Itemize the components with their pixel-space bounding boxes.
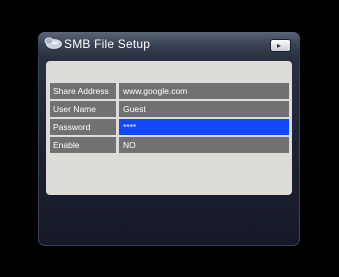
next-page-button[interactable]: ▸ [271, 40, 290, 51]
field-label: Password [50, 119, 116, 135]
enable-toggle[interactable]: NO [119, 137, 289, 153]
dialog-title: SMB File Setup [64, 37, 151, 51]
smb-file-setup-dialog: SMB File Setup ▸ Share Address www.googl… [38, 32, 300, 246]
field-row-user-name[interactable]: User Name Guest [50, 101, 289, 117]
share-address-field[interactable]: www.google.com [119, 83, 289, 99]
settings-list: Share Address www.google.com User Name G… [50, 83, 289, 155]
arrow-right-icon: ▸ [277, 41, 282, 50]
field-row-enable[interactable]: Enable NO [50, 137, 289, 153]
tv-screen: SMB File Setup ▸ Share Address www.googl… [0, 0, 339, 277]
user-name-field[interactable]: Guest [119, 101, 289, 117]
field-row-share-address[interactable]: Share Address www.google.com [50, 83, 289, 99]
dialog-title-bar: SMB File Setup ▸ [38, 32, 300, 56]
field-label: User Name [50, 101, 116, 117]
password-field[interactable]: **** [119, 119, 289, 135]
field-row-password[interactable]: Password **** [50, 119, 289, 135]
settings-panel: Share Address www.google.com User Name G… [46, 61, 292, 195]
smb-folder-icon [44, 37, 62, 49]
field-label: Enable [50, 137, 116, 153]
field-label: Share Address [50, 83, 116, 99]
